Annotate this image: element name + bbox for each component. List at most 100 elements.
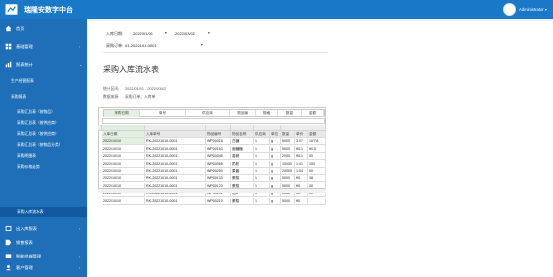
sidebar-item-home[interactable]: 首页 — [0, 22, 87, 35]
grid-cell[interactable]: 1 — [254, 197, 270, 205]
grid-cell[interactable]: 38 — [308, 175, 326, 183]
grid-header-cell[interactable]: 数量 — [281, 131, 295, 138]
grid-header-cell[interactable]: 单位 — [270, 131, 281, 138]
grid-header-cell[interactable]: 供应商 — [254, 131, 270, 138]
chevron-down-icon: ⌄ — [79, 62, 83, 67]
grid-cell[interactable]: 1 — [254, 145, 270, 153]
grid-cell[interactable]: RK-20221010-0001 — [145, 175, 206, 183]
sidebar-sub-production[interactable]: 生产经营报表 — [0, 76, 87, 86]
grid-cell[interactable]: 20000 — [281, 168, 295, 175]
grid-header-cell[interactable]: 金额 — [308, 131, 326, 138]
grid-cell[interactable]: 面糖糖 — [231, 145, 254, 153]
user-menu[interactable]: Administrator ▾ — [519, 7, 547, 12]
grid-cell[interactable]: 10000 — [281, 160, 295, 168]
grid-cell[interactable]: WP00065 — [206, 160, 231, 168]
grid-cell[interactable]: RK-20221010-0001 — [145, 197, 206, 205]
order-select[interactable]: 01-2022101-0001 — [125, 43, 157, 48]
sidebar-item-basic[interactable]: 基础管理 › — [0, 40, 87, 53]
grid-cell[interactable]: 2022/10/10 — [102, 138, 145, 146]
sidebar-sub-summary-item[interactable]: 采购汇总表（按物品） — [0, 107, 87, 117]
grid-cell[interactable]: g — [270, 138, 281, 146]
grid-cell[interactable]: WP00018 — [206, 138, 231, 146]
chevron-down-icon[interactable]: ▾ — [201, 43, 203, 47]
grid-cell[interactable]: 5000 — [281, 145, 295, 153]
grid-cell[interactable]: g — [270, 197, 281, 205]
horizontal-scrollbar[interactable] — [98, 189, 326, 193]
grid-cell[interactable]: ¥0. — [295, 175, 308, 183]
sidebar-sub-summary-supplier-2[interactable]: 采购汇总表（按供应商） — [0, 129, 87, 139]
grid-cell[interactable]: 2022/10/10 — [102, 145, 145, 153]
grid-cell[interactable]: 3.07 — [295, 138, 308, 146]
grid-cell[interactable]: 香精 — [231, 153, 254, 161]
sidebar-sub-summary-category[interactable]: 采购汇总表（按物品分类） — [0, 140, 87, 150]
grid-cell[interactable]: 2000 — [281, 153, 295, 161]
grid-header-cell[interactable]: 入库日期 — [102, 131, 145, 138]
grid-cell[interactable]: 100 — [308, 160, 326, 168]
sidebar-sub-price-trend[interactable]: 采购价格走势 — [0, 162, 87, 172]
grid-cell[interactable]: 1 — [254, 168, 270, 175]
grid-cell[interactable]: 1 — [254, 175, 270, 183]
grid-cell[interactable]: WP00163 — [206, 145, 231, 153]
grid-cell[interactable]: 1.01 — [295, 160, 308, 168]
grid-cell[interactable]: 白糖 — [231, 138, 254, 146]
grid-cell[interactable]: 1 — [254, 153, 270, 161]
grid-cell[interactable]: RK-20221010-0001 — [145, 168, 206, 175]
grid-cell[interactable]: 2022/10/10 — [102, 160, 145, 168]
grid-cell[interactable]: 5000 — [281, 175, 295, 183]
grid-cell[interactable]: 2022/10/10 — [102, 153, 145, 161]
grid-cell[interactable]: 1.04 — [295, 168, 308, 175]
grid-cell[interactable]: RK-20221010-0001 — [145, 145, 206, 153]
grid-cell[interactable]: g — [270, 153, 281, 161]
avatar[interactable] — [503, 3, 516, 16]
grid-header-cell[interactable]: 物品编号 — [206, 131, 231, 138]
grid-cell[interactable]: g — [270, 175, 281, 183]
sidebar-item-inout[interactable]: 出入库报表 › — [0, 222, 87, 235]
grid-cell[interactable]: 2022/10/10 — [102, 175, 145, 183]
grid-header-cell[interactable]: 单价 — [295, 131, 308, 138]
grid-cell[interactable]: ¥0. — [295, 197, 308, 205]
grid-cell[interactable]: 15'7'8 — [308, 138, 326, 146]
grid-cell[interactable]: 奶粉 — [231, 160, 254, 168]
grid-cell[interactable]: 5000 — [281, 138, 295, 146]
grid-cell[interactable]: RK-20221010-0001 — [145, 160, 206, 168]
grid-cell[interactable]: RK-20221010-0001 — [145, 153, 206, 161]
sidebar-sub-detail[interactable]: 采购明细表 — [0, 151, 87, 161]
grid-cell[interactable]: WP00250 — [206, 168, 231, 175]
grid-cell[interactable]: 2022/10/10 — [102, 168, 145, 175]
grid-cell[interactable] — [308, 197, 326, 205]
formula-bar[interactable] — [102, 118, 325, 124]
chevron-down-icon[interactable]: ▾ — [208, 31, 210, 35]
grid-cell[interactable]: ¥0.5 — [308, 145, 326, 153]
sidebar-sub-purchase[interactable]: 采购报表 — [0, 92, 87, 102]
grid-cell[interactable]: RK-20221010-0001 — [145, 138, 206, 146]
grid-cell[interactable]: ¥0.1 — [295, 145, 308, 153]
sidebar-sub-summary-supplier[interactable]: 采购汇总表（按供应商） — [0, 118, 87, 128]
grid-cell[interactable]: 1 — [254, 138, 270, 146]
grid-header-cell[interactable]: 物品名称 — [231, 131, 254, 138]
grid-cell[interactable]: ¥0.1 — [295, 153, 308, 161]
sidebar-item-reports[interactable]: 报表统计 ⌄ — [0, 58, 87, 71]
date-to-field[interactable]: 2022/03/02 — [175, 31, 195, 36]
chevron-down-icon[interactable]: ▾ — [165, 31, 167, 35]
grid-cell[interactable]: 蛋糕 — [231, 197, 254, 205]
grid-header-cell[interactable]: 入库单号 — [145, 131, 206, 138]
grid-cell[interactable]: WP00210 — [206, 197, 231, 205]
grid-cell[interactable]: g — [270, 168, 281, 175]
date-from-field[interactable]: 2022/01/01 — [133, 31, 153, 36]
grid-cell[interactable]: 1 — [254, 160, 270, 168]
grid-cell[interactable]: 00 — [308, 168, 326, 175]
grid-cell[interactable]: WP00133 — [206, 175, 231, 183]
grid-cell[interactable]: 5000 — [281, 197, 295, 205]
grid-cell[interactable]: 果酱 — [231, 168, 254, 175]
sidebar-item-sales[interactable]: 销售报表 — [0, 236, 87, 249]
sidebar-sub-inbound-flow[interactable]: 采购入库流水表 — [0, 207, 87, 217]
grid-cell[interactable]: 00 — [308, 153, 326, 161]
sidebar-sub-label: 采购汇总表（按供应商） — [17, 121, 59, 125]
grid-cell[interactable]: 蛋糕 — [231, 175, 254, 183]
grid-cell[interactable]: g — [270, 145, 281, 153]
sidebar-item-customer[interactable]: 客户管理 › — [0, 261, 87, 274]
grid-cell[interactable]: 2022/10/10 — [102, 197, 145, 205]
report-title: 采购入库流水表 — [103, 65, 159, 74]
grid-cell[interactable]: WP00045 — [206, 153, 231, 161]
grid-cell[interactable]: g — [270, 160, 281, 168]
